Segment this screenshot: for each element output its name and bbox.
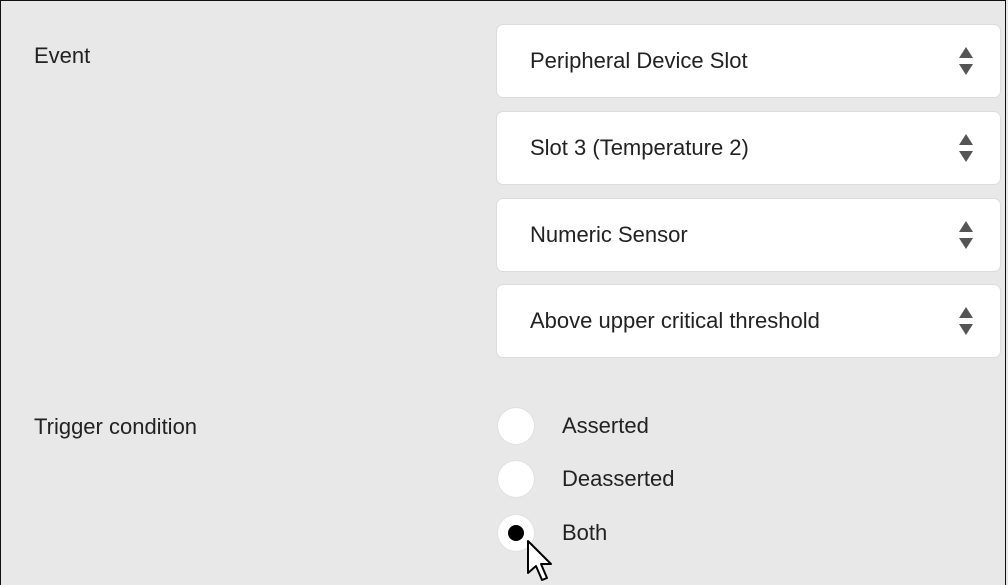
sensor-type-value: Numeric Sensor (530, 222, 688, 247)
radio-label-both: Both (562, 520, 608, 545)
sensor-type-select[interactable]: Numeric Sensor (497, 199, 1000, 271)
threshold-value: Above upper critical threshold (530, 308, 820, 333)
event-type-value: Peripheral Device Slot (530, 48, 748, 73)
radio-label-asserted: Asserted (562, 413, 649, 438)
event-rule-panel: Event Peripheral Device Slot Slot 3 (Tem… (0, 0, 1006, 585)
radio-button[interactable] (498, 408, 534, 444)
radio-selected-dot (508, 525, 524, 541)
up-down-arrows-icon (959, 47, 973, 75)
slot-value: Slot 3 (Temperature 2) (530, 135, 749, 160)
event-type-select[interactable]: Peripheral Device Slot (497, 25, 1000, 97)
slot-select[interactable]: Slot 3 (Temperature 2) (497, 112, 1000, 184)
mouse-pointer-icon (527, 540, 552, 581)
up-down-arrows-icon (959, 221, 973, 249)
up-down-arrows-icon (959, 134, 973, 162)
radio-label-deasserted: Deasserted (562, 466, 675, 491)
radio-button[interactable] (498, 461, 534, 497)
trigger-condition-label: Trigger condition (34, 414, 198, 439)
event-label: Event (34, 43, 91, 68)
threshold-select[interactable]: Above upper critical threshold (497, 285, 1000, 357)
up-down-arrows-icon (959, 307, 973, 335)
